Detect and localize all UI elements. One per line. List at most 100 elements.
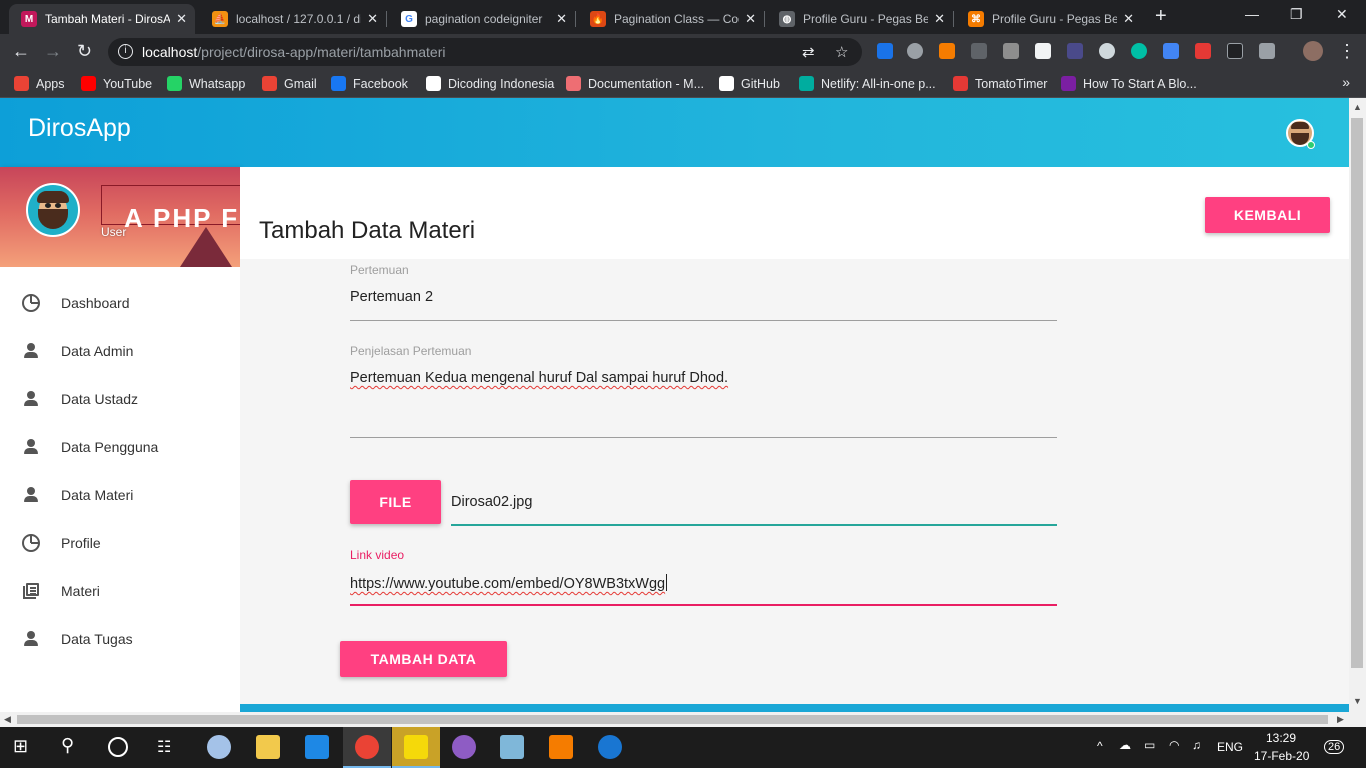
app-brand[interactable]: DirosApp [28,114,131,143]
file-button[interactable]: FILE [350,480,441,524]
bookmark-item[interactable]: Dicoding Indonesia [426,76,554,91]
bookmark-item[interactable]: Netlify: All-in-one p... [799,76,936,91]
site-info-icon[interactable]: i [118,44,133,59]
new-tab-button[interactable]: + [1155,5,1167,28]
sticky-notes-icon[interactable] [404,735,428,759]
close-tab-icon[interactable]: ✕ [934,11,945,27]
php-extension-icon[interactable] [1067,43,1083,59]
vertical-scroll-thumb[interactable] [1351,118,1363,668]
bookmark-item[interactable]: YouTube [81,76,152,91]
minimize-button[interactable]: — [1245,6,1259,22]
horizontal-scroll-thumb[interactable] [17,715,1328,724]
extension-icon[interactable] [1195,43,1211,59]
pie-icon [22,534,40,552]
cortana-icon[interactable] [108,737,128,757]
battery-icon[interactable]: ▭ [1144,738,1155,752]
bookmark-item[interactable]: Apps [14,76,65,91]
more-bookmarks-button[interactable]: » [1342,74,1350,90]
pertemuan-input[interactable]: Pertemuan 2 [350,289,433,305]
close-tab-icon[interactable]: ✕ [556,11,567,27]
app-icon[interactable] [207,735,231,759]
close-tab-icon[interactable]: ✕ [1123,11,1134,27]
app-icon[interactable] [500,735,524,759]
sidebar-item-data-materi[interactable]: Data Materi [0,471,240,519]
sidebar-item-dashboard[interactable]: Dashboard [0,279,240,327]
file-explorer-icon[interactable] [256,735,280,759]
file-path-input[interactable]: Dirosa02.jpg [451,494,532,510]
clock-date[interactable]: 17-Feb-20 [1254,749,1309,763]
forward-icon[interactable]: → [44,41,62,62]
sidebar-item-data-tugas[interactable]: Data Tugas [0,615,240,663]
bookmark-item[interactable]: Documentation - M... [566,76,704,91]
extension-icon[interactable] [1099,43,1115,59]
settings-extension-icon[interactable] [907,43,923,59]
bookmark-item[interactable]: TomatoTimer [953,76,1047,91]
browser-tab[interactable]: ⌘ Profile Guru - Pegas Bel ✕ [956,4,1142,34]
translate-icon[interactable]: ⇄ [802,43,815,61]
browser-tab[interactable]: 🔥 Pagination Class — Cod ✕ [578,4,764,34]
penjelasan-textarea[interactable]: Pertemuan Kedua mengenal huruf Dal sampa… [350,370,728,386]
extension-icon[interactable] [939,43,955,59]
scroll-down-icon[interactable]: ▼ [1353,696,1362,706]
clock-time[interactable]: 13:29 [1266,731,1296,745]
back-icon[interactable]: ← [12,41,30,62]
menu-icon[interactable]: ⋮ [1338,41,1356,62]
extension-icon[interactable] [1227,43,1243,59]
video-input[interactable]: https://www.youtube.com/embed/OY8WB3txWg… [350,574,668,592]
vscode-icon[interactable] [305,735,329,759]
vertical-scrollbar[interactable]: ▲ ▼ [1349,98,1366,712]
close-tab-icon[interactable]: ✕ [176,11,187,27]
chrome-icon[interactable] [355,735,379,759]
web-page: DirosApp A PHP F User Dashboard Data Admi… [0,98,1349,712]
wifi-icon[interactable]: ◠ [1169,738,1179,752]
search-icon[interactable]: ⚲ [61,735,85,759]
bookmark-item[interactable]: Gmail [262,76,317,91]
bookmark-item[interactable]: Whatsapp [167,76,245,91]
extension-icon[interactable] [971,43,987,59]
horizontal-scrollbar[interactable]: ◀ ▶ [0,712,1366,727]
scroll-right-icon[interactable]: ▶ [1337,714,1344,725]
browser-tab[interactable]: ◍ Profile Guru - Pegas Bel ✕ [767,4,953,34]
sidebar-item-profile[interactable]: Profile [0,519,240,567]
language-indicator[interactable]: ENG [1217,740,1243,754]
bookmark-item[interactable]: GitHub [719,76,780,91]
bookmark-item[interactable]: How To Start A Blo... [1061,76,1197,91]
task-view-icon[interactable]: ☷ [157,737,181,761]
bookmark-item[interactable]: Facebook [331,76,408,91]
windows-start-icon[interactable]: ⊞ [13,736,37,760]
browser-tab[interactable]: M Tambah Materi - DirosA ✕ [9,4,195,34]
sublime-text-icon[interactable] [549,735,573,759]
onedrive-icon[interactable]: ☁ [1119,738,1131,752]
close-tab-icon[interactable]: ✕ [745,11,756,27]
scroll-left-icon[interactable]: ◀ [4,714,11,725]
browser-tab[interactable]: Gpagination codeigniter ✕ [389,4,575,34]
kembali-button[interactable]: KEMBALI [1205,197,1330,233]
browser-tab[interactable]: ⛵ localhost / 127.0.0.1 / di ✕ [200,4,386,34]
extension-icon[interactable] [877,43,893,59]
tambah-data-button[interactable]: TAMBAH DATA [340,641,507,677]
profile-avatar-icon[interactable] [1303,41,1323,61]
sidebar-item-materi[interactable]: Materi [0,567,240,615]
reload-icon[interactable]: ↻ [77,41,92,62]
extension-icon[interactable] [1131,43,1147,59]
close-window-button[interactable]: ✕ [1336,6,1348,23]
firefox-icon[interactable] [598,735,622,759]
restore-button[interactable]: ❐ [1290,6,1303,23]
sidebar-item-data-pengguna[interactable]: Data Pengguna [0,423,240,471]
address-bar[interactable]: i localhost/project/dirosa-app/materi/ta… [108,38,862,66]
url-text[interactable]: localhost/project/dirosa-app/materi/tamb… [142,44,446,60]
sidebar-item-data-admin[interactable]: Data Admin [0,327,240,375]
volume-icon[interactable]: ♫ [1192,738,1201,752]
scroll-up-icon[interactable]: ▲ [1353,102,1362,112]
sidebar-item-data-ustadz[interactable]: Data Ustadz [0,375,240,423]
notification-center-icon[interactable]: 26 [1324,740,1345,754]
extension-icon[interactable] [1259,43,1275,59]
github-desktop-icon[interactable] [452,735,476,759]
close-tab-icon[interactable]: ✕ [367,11,378,27]
extension-icon[interactable] [1035,43,1051,59]
extension-icon[interactable] [1163,43,1179,59]
video-underline [350,604,1057,606]
bookmark-star-icon[interactable]: ☆ [835,43,848,61]
extension-icon[interactable] [1003,43,1019,59]
tray-chevron-icon[interactable]: ^ [1097,739,1103,753]
